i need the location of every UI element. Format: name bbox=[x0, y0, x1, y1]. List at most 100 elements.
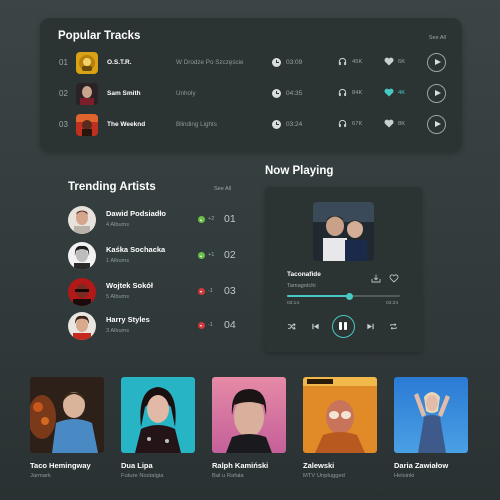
featured-artist-image bbox=[121, 377, 195, 453]
avatar bbox=[68, 242, 96, 270]
repeat-icon[interactable] bbox=[389, 322, 398, 331]
trend-down-icon bbox=[198, 288, 205, 295]
avatar bbox=[68, 278, 96, 306]
avatar bbox=[68, 312, 96, 340]
track-duration: 04:35 bbox=[286, 90, 303, 97]
featured-artist-subtitle: Future Nostalgia bbox=[121, 473, 164, 479]
artist-albums: 5 Albums bbox=[106, 294, 130, 300]
featured-artist-name: Ralph Kamiński bbox=[212, 461, 269, 470]
track-artist: Sam Smith bbox=[107, 90, 141, 97]
trend-change: -1 bbox=[208, 322, 213, 328]
popular-see-all-link[interactable]: See All bbox=[429, 35, 446, 41]
clock-icon bbox=[272, 89, 281, 98]
track-likes: 4K bbox=[398, 90, 406, 96]
avatar bbox=[68, 206, 96, 234]
featured-artist-name: Zalewski bbox=[303, 461, 335, 470]
track-title: Unholy bbox=[176, 90, 196, 97]
track-number: 01 bbox=[59, 58, 68, 67]
headphones-icon bbox=[338, 88, 347, 97]
progress-bar[interactable] bbox=[287, 292, 400, 300]
artist-rank: 01 bbox=[224, 213, 236, 225]
pause-button[interactable] bbox=[332, 315, 355, 338]
featured-artist-image bbox=[30, 377, 104, 453]
trending-artists-title: Trending Artists bbox=[68, 181, 156, 193]
trend-change: +2 bbox=[208, 216, 215, 222]
track-row[interactable]: 03 The Weeknd Blinding Lights 03:24 67K … bbox=[40, 113, 462, 137]
featured-artist-subtitle: Jarmark bbox=[30, 473, 51, 479]
trend-change: +1 bbox=[208, 252, 215, 258]
track-number: 02 bbox=[59, 89, 68, 98]
track-artist: The Weeknd bbox=[107, 121, 146, 128]
artist-row[interactable]: Dawid Podsiadło 4 Albums +2 01 bbox=[68, 206, 248, 234]
track-row[interactable]: 02 Sam Smith Unholy 04:35 84K 4K bbox=[40, 82, 462, 106]
clock-icon bbox=[272, 58, 281, 67]
track-cover-image bbox=[76, 83, 98, 105]
track-likes: 8K bbox=[398, 121, 406, 127]
featured-artist-image bbox=[212, 377, 286, 453]
track-duration: 03:09 bbox=[286, 59, 303, 66]
artist-row[interactable]: Harry Styles 3 Albums -1 04 bbox=[68, 312, 248, 340]
total-time: 03:24 bbox=[386, 301, 399, 306]
clock-icon bbox=[272, 120, 281, 129]
featured-artist-image bbox=[394, 377, 468, 453]
featured-artist-name: Daria Zawiałow bbox=[394, 461, 449, 470]
track-plays: 84K bbox=[352, 90, 363, 96]
trend-down-icon bbox=[198, 322, 205, 329]
popular-tracks-panel: Popular Tracks See All 01 O.S.T.R. W Dro… bbox=[40, 18, 462, 152]
artist-albums: 1 Albums bbox=[106, 258, 130, 264]
artist-rank: 04 bbox=[224, 319, 236, 331]
now-playing-song: Taconafide bbox=[287, 271, 321, 278]
progress-handle[interactable] bbox=[345, 292, 353, 300]
now-playing-artist: Tamagotchi bbox=[287, 283, 316, 289]
now-playing-cover-image bbox=[313, 202, 374, 261]
featured-artist-image bbox=[303, 377, 377, 453]
track-title: Blinding Lights bbox=[176, 121, 217, 128]
artist-row[interactable]: Wojtek Sokół 5 Albums -1 03 bbox=[68, 278, 248, 306]
trend-up-icon bbox=[198, 216, 205, 223]
artist-albums: 3 Albums bbox=[106, 328, 130, 334]
featured-artist-subtitle: Helsinki bbox=[394, 473, 415, 479]
artist-name: Kaśka Sochacka bbox=[106, 245, 166, 254]
track-row[interactable]: 01 O.S.T.R. W Drodze Po Szczęście 03:09 … bbox=[40, 51, 462, 75]
artist-rank: 03 bbox=[224, 285, 236, 297]
artist-name: Harry Styles bbox=[106, 315, 150, 324]
track-plays: 45K bbox=[352, 59, 363, 65]
track-cover-image bbox=[76, 52, 98, 74]
track-play-button[interactable] bbox=[427, 115, 446, 134]
featured-artist-name: Taco Hemingway bbox=[30, 461, 91, 470]
artist-albums: 4 Albums bbox=[106, 222, 130, 228]
headphones-icon bbox=[338, 119, 347, 128]
track-likes: 6K bbox=[398, 59, 406, 65]
heart-icon[interactable] bbox=[384, 119, 394, 128]
artist-name: Wojtek Sokół bbox=[106, 281, 153, 290]
featured-artist-subtitle: MTV Unplugged bbox=[303, 473, 345, 479]
track-play-button[interactable] bbox=[427, 53, 446, 72]
trend-change: -1 bbox=[208, 288, 213, 294]
current-time: 03:14 bbox=[287, 301, 300, 306]
shuffle-icon[interactable] bbox=[287, 322, 296, 331]
track-title: W Drodze Po Szczęście bbox=[176, 59, 244, 66]
artist-rank: 02 bbox=[224, 249, 236, 261]
download-icon[interactable] bbox=[371, 274, 381, 283]
heart-icon[interactable] bbox=[389, 274, 399, 283]
track-cover-image bbox=[76, 114, 98, 136]
now-playing-title: Now Playing bbox=[265, 165, 334, 177]
artist-row[interactable]: Kaśka Sochacka 1 Albums +1 02 bbox=[68, 242, 248, 270]
track-duration: 03:24 bbox=[286, 121, 303, 128]
heart-icon-liked[interactable] bbox=[384, 88, 394, 97]
featured-artist-name: Dua Lipa bbox=[121, 461, 153, 470]
trend-up-icon bbox=[198, 252, 205, 259]
progress-fill bbox=[287, 295, 350, 297]
now-playing-panel: Taconafide Tamagotchi 03:14 03:24 bbox=[265, 187, 422, 352]
track-plays: 67K bbox=[352, 121, 363, 127]
track-artist: O.S.T.R. bbox=[107, 59, 132, 66]
track-play-button[interactable] bbox=[427, 84, 446, 103]
popular-tracks-title: Popular Tracks bbox=[58, 30, 141, 42]
track-number: 03 bbox=[59, 120, 68, 129]
previous-icon[interactable] bbox=[311, 322, 320, 331]
artist-name: Dawid Podsiadło bbox=[106, 209, 167, 218]
featured-artist-subtitle: Bal u Rafała bbox=[212, 473, 244, 479]
heart-icon[interactable] bbox=[384, 57, 394, 66]
trending-see-all-link[interactable]: See All bbox=[214, 186, 231, 192]
next-icon[interactable] bbox=[366, 322, 375, 331]
